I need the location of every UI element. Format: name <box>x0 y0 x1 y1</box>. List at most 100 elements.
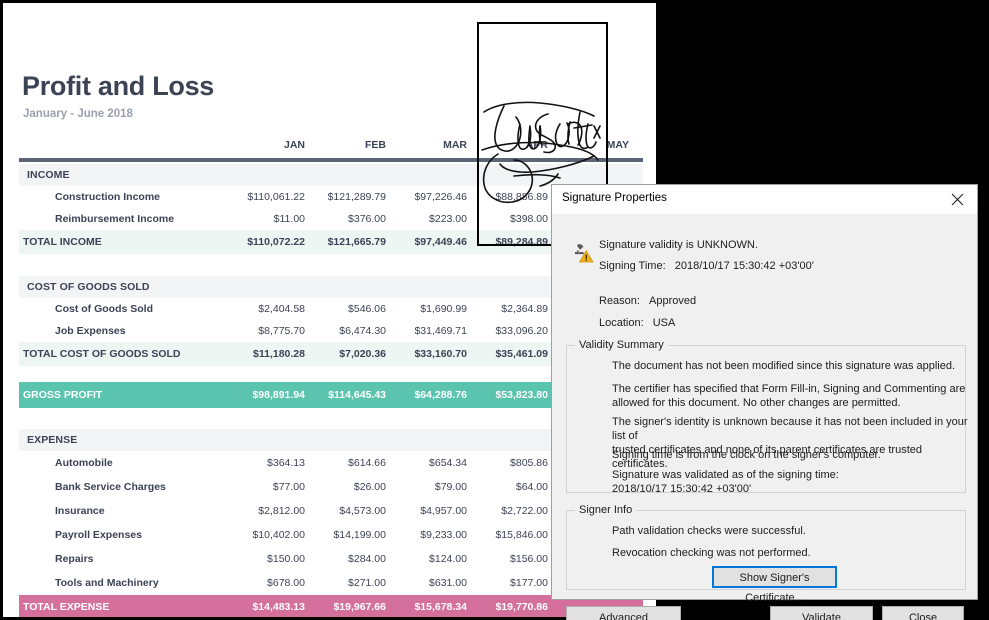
table-cell: $14,199.00 <box>333 529 386 541</box>
table-cell: $6,474.30 <box>339 325 386 337</box>
row-label: EXPENSE <box>27 434 78 446</box>
table-cell: $110,072.22 <box>247 236 305 248</box>
table-cell: $64,288.76 <box>414 389 467 401</box>
row-label: GROSS PROFIT <box>23 389 103 401</box>
signing-time-value: 2018/10/17 15:30:42 +03'00' <box>674 260 814 272</box>
row-label: Tools and Machinery <box>55 577 159 589</box>
table-cell: $31,469.71 <box>414 325 467 337</box>
show-signers-certificate-button[interactable]: Show Signer's Certificate... <box>712 566 837 604</box>
table-cell: $33,096.20 <box>495 325 548 337</box>
location-label: Location: <box>599 317 644 329</box>
signing-time-row: Signing Time: 2018/10/17 15:30:42 +03'00… <box>599 260 814 272</box>
table-cell: $26.00 <box>353 481 386 493</box>
signer-info-p0: Path validation checks were successful. <box>612 525 806 537</box>
table-cell: $33,160.70 <box>414 348 467 360</box>
table-cell: $4,573.00 <box>339 505 386 517</box>
table-cell: $14,483.13 <box>252 601 305 613</box>
validity-summary-p1: The certifier has specified that Form Fi… <box>612 383 966 409</box>
validity-summary-p4: Signature was validated as of the signin… <box>612 469 839 495</box>
signing-time-label: Signing Time: <box>599 260 666 272</box>
table-cell: $2,404.58 <box>258 303 305 315</box>
table-cell: $614.66 <box>348 457 386 469</box>
table-cell: $364.13 <box>267 457 305 469</box>
table-cell: $35,461.09 <box>495 348 548 360</box>
table-cell: $9,233.00 <box>420 529 467 541</box>
row-label: Payroll Expenses <box>55 529 142 541</box>
signer-info-p1: Revocation checking was not performed. <box>612 547 811 559</box>
dialog-titlebar: Signature Properties <box>552 185 977 215</box>
row-label: COST OF GOODS SOLD <box>27 281 150 293</box>
row-label: Cost of Goods Sold <box>55 303 153 315</box>
row-band <box>19 429 643 451</box>
row-label: Construction Income <box>55 191 161 203</box>
table-cell: $124.00 <box>429 553 467 565</box>
row-label: TOTAL COST OF GOODS SOLD <box>23 348 181 360</box>
table-cell: $19,967.66 <box>333 601 386 613</box>
signer-info-legend: Signer Info <box>579 504 633 516</box>
page-title: Profit and Loss <box>22 71 215 101</box>
table-cell: $1,690.99 <box>420 303 467 315</box>
table-cell: $4,957.00 <box>420 505 467 517</box>
row-label: Reimbursement Income <box>55 213 175 225</box>
table-cell: $19,770.86 <box>495 601 548 613</box>
column-header-mar: MAR <box>443 139 467 151</box>
table-cell: $223.00 <box>429 213 467 225</box>
table-cell: $284.00 <box>348 553 386 565</box>
reason-label: Reason: <box>599 295 640 307</box>
location-value: USA <box>652 317 676 329</box>
reason-value: Approved <box>649 295 697 307</box>
table-cell: $546.06 <box>348 303 386 315</box>
row-label: Job Expenses <box>55 325 126 337</box>
table-cell: $15,846.00 <box>495 529 548 541</box>
table-cell: $97,226.46 <box>414 191 467 203</box>
page-subtitle: January - June 2018 <box>23 108 133 120</box>
validate-signature-button[interactable]: Validate Signature <box>770 606 873 620</box>
table-cell: $10,402.00 <box>252 529 305 541</box>
table-cell: $2,722.00 <box>501 505 548 517</box>
reason-row: Reason: Approved <box>599 295 696 307</box>
table-cell: $631.00 <box>429 577 467 589</box>
table-cell: $53,823.80 <box>495 389 548 401</box>
close-button[interactable]: Close <box>882 606 964 620</box>
row-label: Repairs <box>55 553 94 565</box>
table-cell: $121,289.79 <box>327 191 386 203</box>
column-header-jan: JAN <box>283 139 305 151</box>
signature-validity-text: Signature validity is UNKNOWN. <box>599 239 758 251</box>
table-cell: $678.00 <box>267 577 305 589</box>
table-cell: $271.00 <box>348 577 386 589</box>
row-label: Insurance <box>55 505 105 517</box>
validity-summary-p3: Signing time is from the clock on the si… <box>612 449 881 461</box>
table-cell: $177.00 <box>510 577 548 589</box>
table-cell: $77.00 <box>272 481 305 493</box>
row-label: Bank Service Charges <box>55 481 166 493</box>
row-label: TOTAL INCOME <box>23 236 102 248</box>
location-row: Location: USA <box>599 317 675 329</box>
table-cell: $156.00 <box>510 553 548 565</box>
table-cell: $654.34 <box>429 457 467 469</box>
screenshot-root: Profit and Loss January - June 2018 JAN F… <box>0 0 989 620</box>
table-cell: $805.86 <box>510 457 548 469</box>
table-cell: $98,891.94 <box>252 389 305 401</box>
table-cell: $2,364.89 <box>501 303 548 315</box>
table-cell: $11,180.28 <box>253 348 305 360</box>
table-cell: $79.00 <box>434 481 467 493</box>
dialog-title: Signature Properties <box>562 192 667 204</box>
table-cell: $11.00 <box>273 213 305 225</box>
table-cell: $150.00 <box>267 553 305 565</box>
close-icon[interactable] <box>937 185 977 213</box>
table-cell: $2,812.00 <box>258 505 305 517</box>
table-cell: $110,061.22 <box>247 191 305 203</box>
row-label: INCOME <box>27 169 70 181</box>
advanced-properties-button[interactable]: Advanced Properties... <box>566 606 681 620</box>
table-cell: $376.00 <box>348 213 386 225</box>
table-cell: $114,645.43 <box>328 389 386 401</box>
validity-summary-legend: Validity Summary <box>579 339 664 351</box>
table-cell: $64.00 <box>515 481 548 493</box>
table-cell: $15,678.34 <box>414 601 467 613</box>
table-cell: $121,665.79 <box>327 236 386 248</box>
row-label: TOTAL EXPENSE <box>23 601 110 613</box>
column-header-feb: FEB <box>365 139 386 151</box>
validity-summary-p2: The signer's identity is unknown because… <box>612 416 968 470</box>
row-label: Automobile <box>55 457 113 469</box>
table-cell: $8,775.70 <box>258 325 305 337</box>
